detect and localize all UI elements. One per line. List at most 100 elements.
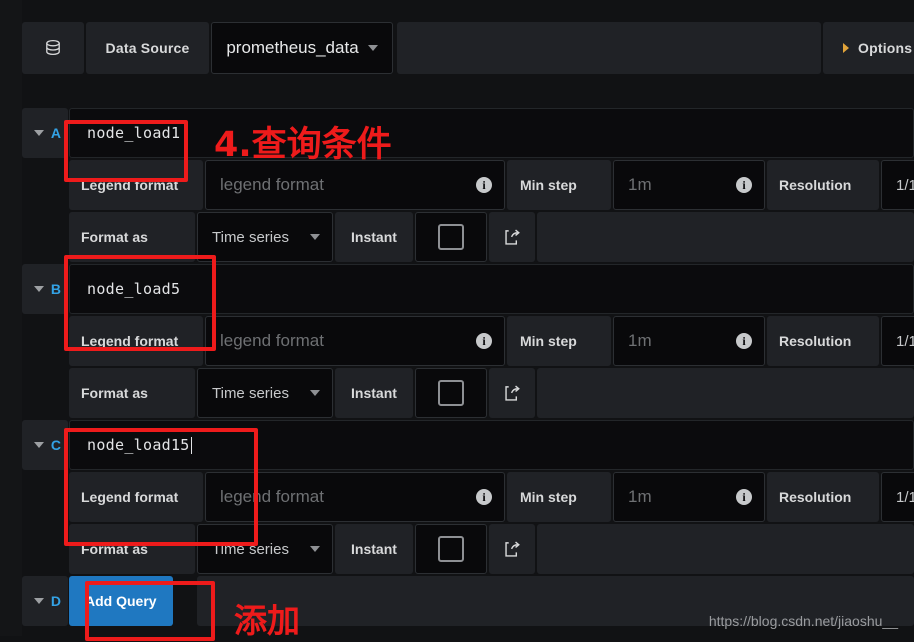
query-block-b: B node_load5 Legend format legend format… (22, 264, 914, 418)
chevron-down-icon (310, 234, 320, 240)
datasource-label-cell: Data Source (86, 22, 209, 74)
format-as-select[interactable]: Time series (197, 524, 333, 574)
datasource-label: Data Source (105, 40, 190, 56)
query-expression-text: node_load15 (87, 436, 190, 454)
min-step-label: Min step (507, 472, 611, 522)
query-letter-label: C (50, 437, 61, 453)
info-icon[interactable]: i (736, 333, 752, 349)
query-list: A node_load1 Legend format legend format… (22, 108, 914, 626)
checkbox-icon (438, 536, 464, 562)
resolution-select[interactable]: 1/1 (881, 316, 914, 366)
min-step-input[interactable]: 1m i (613, 316, 765, 366)
resolution-label: Resolution (767, 316, 879, 366)
chevron-right-icon (843, 43, 849, 53)
datasource-selected-value: prometheus_data (226, 38, 359, 57)
resolution-label: Resolution (767, 472, 879, 522)
checkbox-icon (438, 380, 464, 406)
options-label: Options (858, 40, 913, 56)
format-as-value: Time series (212, 384, 289, 402)
min-step-label: Min step (507, 160, 611, 210)
info-icon[interactable]: i (476, 489, 492, 505)
query-expression-text: node_load1 (87, 124, 181, 142)
legend-format-input[interactable]: legend format i (205, 472, 505, 522)
legend-format-input[interactable]: legend format i (205, 316, 505, 366)
format-as-select[interactable]: Time series (197, 368, 333, 418)
query-options-row: Legend format legend format i Min step 1… (22, 472, 914, 522)
query-letter-toggle-c[interactable]: C (22, 420, 68, 470)
share-external-icon (504, 229, 520, 245)
query-expression-row: A node_load1 (22, 108, 914, 158)
info-icon[interactable]: i (476, 333, 492, 349)
query-expression-row: C node_load15 (22, 420, 914, 470)
min-step-input[interactable]: 1m i (613, 472, 765, 522)
query-block-c: C node_load15 Legend format legend forma… (22, 420, 914, 574)
query-expression-input-c[interactable]: node_load15 (69, 420, 914, 470)
legend-format-placeholder: legend format (220, 331, 324, 350)
checkbox-icon (438, 224, 464, 250)
share-external-icon (504, 385, 520, 401)
share-external-icon (504, 541, 520, 557)
resolution-label: Resolution (767, 160, 879, 210)
instant-label: Instant (335, 368, 413, 418)
instant-checkbox[interactable] (415, 368, 487, 418)
chevron-down-icon (33, 598, 44, 604)
min-step-label: Min step (507, 316, 611, 366)
legend-format-input[interactable]: legend format i (205, 160, 505, 210)
chevron-down-icon (367, 45, 378, 51)
add-query-button[interactable]: Add Query (69, 576, 173, 626)
info-icon[interactable]: i (736, 177, 752, 193)
share-query-button[interactable] (489, 368, 535, 418)
left-gutter (0, 0, 22, 636)
add-query-row-spacer (197, 576, 914, 626)
query-letter-toggle-b[interactable]: B (22, 264, 68, 314)
options-toggle[interactable]: Options (823, 22, 914, 74)
query-format-row: Format as Time series Instant (22, 212, 914, 262)
query-format-row: Format as Time series Instant (22, 524, 914, 574)
resolution-value: 1/1 (896, 176, 914, 194)
format-row-spacer (537, 212, 914, 262)
format-as-label: Format as (69, 212, 195, 262)
query-letter-label: A (50, 125, 61, 141)
instant-label: Instant (335, 212, 413, 262)
instant-checkbox[interactable] (415, 524, 487, 574)
query-letter-label: D (50, 593, 61, 609)
legend-format-label: Legend format (69, 160, 203, 210)
legend-format-placeholder: legend format (220, 487, 324, 506)
format-as-label: Format as (69, 524, 195, 574)
resolution-value: 1/1 (896, 488, 914, 506)
chevron-down-icon (310, 546, 320, 552)
share-query-button[interactable] (489, 524, 535, 574)
format-as-value: Time series (212, 228, 289, 246)
info-icon[interactable]: i (736, 489, 752, 505)
datasource-icon-cell (22, 22, 84, 74)
datasource-picker[interactable]: prometheus_data (211, 22, 393, 74)
query-expression-row: B node_load5 (22, 264, 914, 314)
query-expression-input-b[interactable]: node_load5 (69, 264, 914, 314)
resolution-value: 1/1 (896, 332, 914, 350)
resolution-select[interactable]: 1/1 (881, 472, 914, 522)
datasource-bar: Data Source prometheus_data Options (22, 22, 914, 74)
query-letter-toggle-d[interactable]: D (22, 576, 68, 626)
resolution-select[interactable]: 1/1 (881, 160, 914, 210)
query-letter-label: B (50, 281, 61, 297)
chevron-down-icon (310, 390, 320, 396)
instant-checkbox[interactable] (415, 212, 487, 262)
query-block-a: A node_load1 Legend format legend format… (22, 108, 914, 262)
text-cursor (190, 436, 192, 454)
legend-format-label: Legend format (69, 316, 203, 366)
query-expression-input-a[interactable]: node_load1 (69, 108, 914, 158)
query-options-row: Legend format legend format i Min step 1… (22, 160, 914, 210)
legend-format-placeholder: legend format (220, 175, 324, 194)
format-as-select[interactable]: Time series (197, 212, 333, 262)
info-icon[interactable]: i (476, 177, 492, 193)
datasource-spacer (397, 22, 821, 74)
min-step-input[interactable]: 1m i (613, 160, 765, 210)
query-options-row: Legend format legend format i Min step 1… (22, 316, 914, 366)
format-as-value: Time series (212, 540, 289, 558)
share-query-button[interactable] (489, 212, 535, 262)
format-row-spacer (537, 524, 914, 574)
query-letter-toggle-a[interactable]: A (22, 108, 68, 158)
query-editor-page: Data Source prometheus_data Options A no… (0, 0, 914, 641)
instant-label: Instant (335, 524, 413, 574)
min-step-placeholder: 1m (628, 487, 652, 506)
